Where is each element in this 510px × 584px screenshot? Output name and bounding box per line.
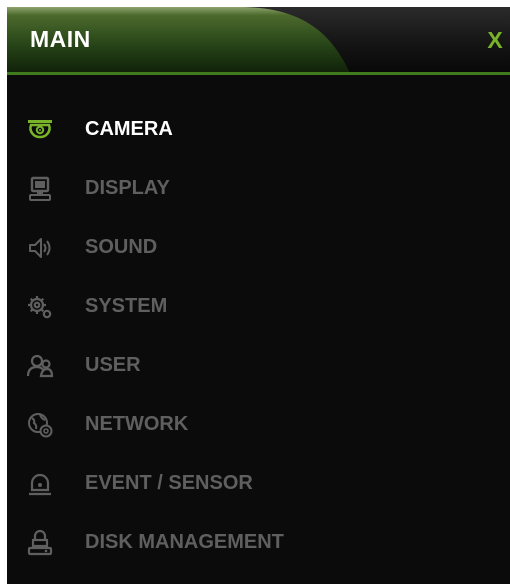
menu-item-sound[interactable]: SOUND (7, 224, 510, 272)
menu-item-system[interactable]: SYSTEM (7, 283, 510, 331)
camera-icon (28, 120, 52, 139)
title-bar: MAIN X (7, 7, 510, 75)
sound-icon (29, 238, 51, 258)
menu-item-label: SOUND (85, 236, 158, 258)
menu-item-camera[interactable]: CAMERA (7, 106, 510, 154)
network-icon (28, 413, 53, 438)
menu-item-display[interactable]: DISPLAY (7, 165, 510, 213)
menu-item-label: USER (85, 354, 141, 376)
menu-item-label: CAMERA (85, 118, 173, 140)
user-icon (26, 354, 54, 378)
menu-item-disk-management[interactable]: DISK MANAGEMENT (7, 519, 510, 567)
disk-management-icon (27, 529, 53, 556)
window-title: MAIN (30, 26, 91, 52)
close-button[interactable]: X (484, 27, 506, 53)
menu-item-label: SYSTEM (85, 295, 168, 317)
menu-item-label: DISPLAY (85, 177, 170, 199)
menu-item-user[interactable]: USER (7, 342, 510, 390)
menu-item-network[interactable]: NETWORK (7, 401, 510, 449)
main-menu-panel: MAIN X CAMERA DISPLAY SOUND SYSTEM USER … (7, 7, 510, 584)
menu-item-label: DISK MANAGEMENT (85, 531, 284, 553)
display-icon (29, 176, 51, 201)
menu-item-event-sensor[interactable]: EVENT / SENSOR (7, 460, 510, 508)
event-sensor-icon (29, 473, 51, 496)
menu-item-label: EVENT / SENSOR (85, 472, 253, 494)
system-gear-icon (28, 296, 52, 319)
menu-item-label: NETWORK (85, 413, 189, 435)
